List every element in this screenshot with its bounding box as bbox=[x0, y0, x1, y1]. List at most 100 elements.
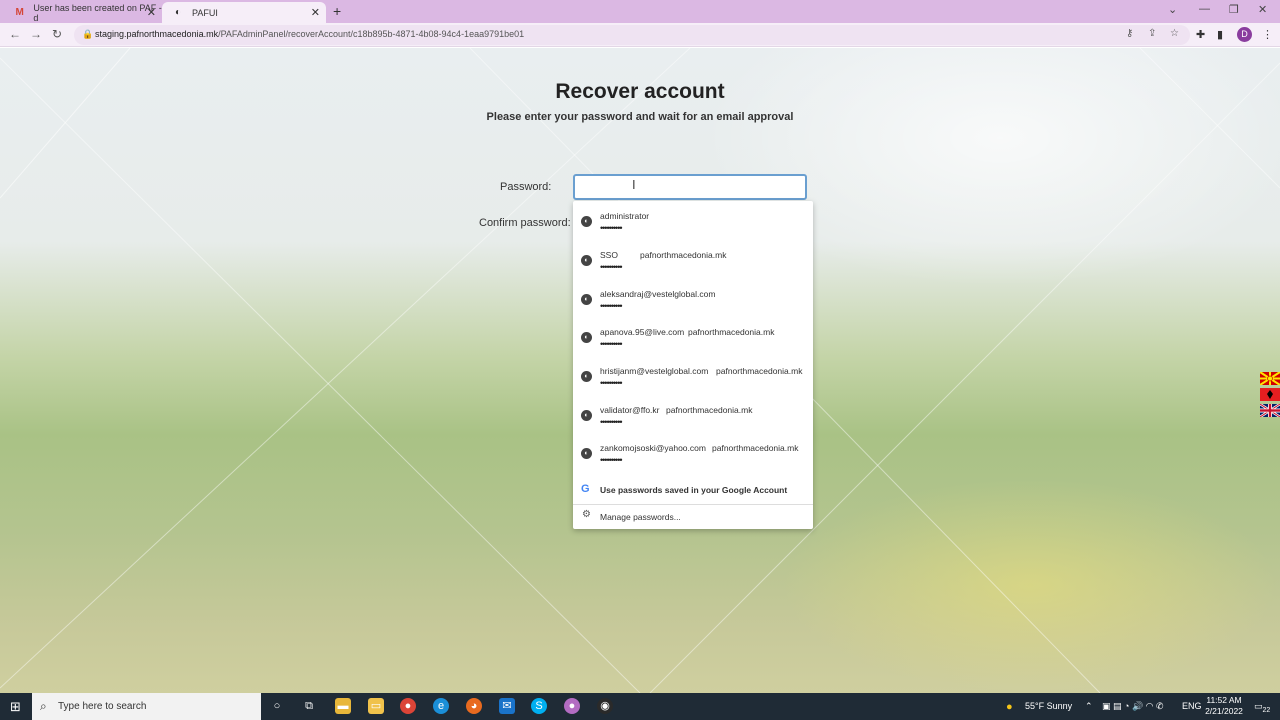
search-icon: ⌕ bbox=[40, 699, 47, 713]
share-icon[interactable]: ⇪ bbox=[1148, 28, 1156, 39]
entry-username: apanova.95@live.com bbox=[600, 327, 685, 337]
tray-icons[interactable]: ▣ ▤ ◔ 🔊 ◠ ✆ bbox=[1102, 701, 1164, 712]
google-account-passwords-option[interactable]: G Use passwords saved in your Google Acc… bbox=[573, 480, 813, 502]
uk-flag-icon[interactable] bbox=[1260, 404, 1280, 417]
page-title: Recover account bbox=[555, 80, 725, 103]
saved-password-entry[interactable]: ◐ aleksandraj@vestelglobal.com •••••••••… bbox=[573, 281, 813, 319]
minimize-button[interactable]: — bbox=[1199, 3, 1210, 15]
site-logo-icon: ◐ bbox=[581, 448, 592, 459]
weather-text[interactable]: 55°F Sunny bbox=[1025, 701, 1072, 711]
entry-username: hristijanm@vestelglobal.com bbox=[600, 366, 709, 376]
url-field[interactable]: 🔒 staging.pafnorthmacedonia.mk/PAFAdminP… bbox=[74, 25, 1190, 45]
extensions-icon[interactable]: ✚ bbox=[1196, 28, 1205, 41]
tab-bar: M User has been created on PAF - d ✕ ◐ P… bbox=[0, 0, 1280, 23]
albania-flag-icon[interactable] bbox=[1260, 388, 1280, 401]
folder-icon[interactable]: ▭ bbox=[368, 698, 384, 714]
password-input[interactable] bbox=[573, 174, 807, 200]
page-background: Recover account Please enter your passwo… bbox=[0, 48, 1280, 693]
site-logo-icon: ◐ bbox=[581, 255, 592, 266]
entry-username: SSO bbox=[600, 250, 618, 260]
lock-icon: 🔒 bbox=[82, 29, 94, 39]
taskbar: ⊞ ⌕ Type here to search ○ ⧉ ▬ ▭ ● e ◕ ✉ … bbox=[0, 693, 1280, 720]
entry-password-mask: •••••••••• bbox=[600, 339, 622, 349]
notification-icon[interactable]: ▭22 bbox=[1254, 701, 1270, 714]
key-icon[interactable]: ⚷ bbox=[1126, 28, 1133, 39]
windows-start-icon[interactable]: ⊞ bbox=[10, 699, 21, 715]
close-window-button[interactable]: ✕ bbox=[1258, 3, 1267, 16]
entry-username: administrator bbox=[600, 211, 650, 221]
entry-site: pafnorthmacedonia.mk bbox=[666, 405, 753, 415]
cortana-icon[interactable]: ○ bbox=[269, 698, 285, 714]
manage-passwords-option[interactable]: ⚙ Manage passwords... bbox=[573, 504, 813, 528]
side-panel-icon[interactable]: ▮ bbox=[1217, 28, 1223, 41]
forward-button[interactable]: → bbox=[30, 27, 42, 41]
tab-pafui[interactable]: ◐ PAFUI ✕ bbox=[162, 2, 326, 23]
tab-title: User has been created on PAF - d bbox=[33, 2, 162, 23]
new-tab-button[interactable]: + bbox=[333, 3, 341, 19]
entry-password-mask: •••••••••• bbox=[600, 301, 622, 311]
saved-password-entry[interactable]: ◐ apanova.95@live.com pafnorthmacedonia.… bbox=[573, 319, 813, 357]
site-logo-icon: ◐ bbox=[581, 410, 592, 421]
confirm-password-label: Confirm password: bbox=[479, 217, 571, 229]
address-bar: ← → ↻ 🔒 staging.pafnorthmacedonia.mk/PAF… bbox=[0, 23, 1280, 47]
page-subtitle: Please enter your password and wait for … bbox=[486, 111, 794, 123]
entry-password-mask: •••••••••• bbox=[600, 455, 622, 465]
clock-date: 2/21/2022 bbox=[1205, 706, 1243, 716]
gmail-icon: M bbox=[15, 7, 24, 18]
tab-search-icon[interactable]: ⌄ bbox=[1168, 3, 1177, 16]
manage-passwords-label: Manage passwords... bbox=[600, 512, 681, 522]
password-autofill-dropdown: ◐ administrator •••••••••• ◐ SSO pafnort… bbox=[573, 201, 813, 529]
entry-username: zankomojsoski@yahoo.com bbox=[600, 443, 706, 453]
menu-icon[interactable]: ⋮ bbox=[1262, 28, 1273, 41]
restore-button[interactable]: ❐ bbox=[1229, 3, 1239, 16]
macedonia-flag-icon[interactable] bbox=[1260, 372, 1280, 385]
obs-icon[interactable]: ◉ bbox=[597, 698, 613, 714]
entry-password-mask: •••••••••• bbox=[600, 417, 622, 427]
google-icon: G bbox=[581, 483, 590, 495]
entry-username: aleksandraj@vestelglobal.com bbox=[600, 289, 716, 299]
back-button[interactable]: ← bbox=[9, 27, 21, 41]
url-text: staging.pafnorthmacedonia.mk/PAFAdminPan… bbox=[95, 29, 525, 39]
chrome-profile-icon[interactable]: ● bbox=[564, 698, 580, 714]
google-option-label: Use passwords saved in your Google Accou… bbox=[600, 485, 788, 495]
taskbar-search[interactable]: ⌕ Type here to search bbox=[32, 693, 261, 720]
saved-password-entry[interactable]: ◐ validator@ffo.kr pafnorthmacedonia.mk … bbox=[573, 397, 813, 435]
close-tab-icon[interactable]: ✕ bbox=[147, 6, 156, 19]
clock[interactable]: 11:52 AM 2/21/2022 bbox=[1195, 695, 1253, 717]
bookmark-star-icon[interactable]: ☆ bbox=[1170, 28, 1179, 39]
entry-site: pafnorthmacedonia.mk bbox=[688, 327, 775, 337]
saved-password-entry[interactable]: ◐ zankomojsoski@yahoo.com pafnorthmacedo… bbox=[573, 435, 813, 473]
profile-avatar[interactable]: D bbox=[1237, 27, 1252, 42]
entry-site: pafnorthmacedonia.mk bbox=[716, 366, 803, 376]
edge-icon[interactable]: e bbox=[433, 698, 449, 714]
entry-password-mask: •••••••••• bbox=[600, 223, 622, 233]
search-placeholder: Type here to search bbox=[58, 701, 147, 712]
task-view-icon[interactable]: ⧉ bbox=[301, 698, 317, 714]
entry-username: validator@ffo.kr bbox=[600, 405, 660, 415]
site-logo-icon: ◐ bbox=[581, 294, 592, 305]
entry-password-mask: •••••••••• bbox=[600, 262, 622, 272]
mail-icon[interactable]: ✉ bbox=[499, 698, 515, 714]
tab-gmail[interactable]: M User has been created on PAF - d ✕ bbox=[4, 2, 162, 23]
gear-icon: ⚙ bbox=[582, 509, 591, 520]
clock-time: 11:52 AM bbox=[1206, 695, 1242, 705]
saved-password-entry[interactable]: ◐ administrator •••••••••• bbox=[573, 203, 813, 241]
tab-title: PAFUI bbox=[192, 7, 218, 18]
entry-site: pafnorthmacedonia.mk bbox=[640, 250, 727, 260]
password-label: Password: bbox=[500, 181, 552, 193]
site-logo-icon: ◐ bbox=[581, 332, 592, 343]
site-logo-icon: ◐ bbox=[581, 371, 592, 382]
saved-password-entry[interactable]: ◐ SSO pafnorthmacedonia.mk •••••••••• bbox=[573, 242, 813, 280]
close-tab-icon[interactable]: ✕ bbox=[311, 6, 320, 19]
chrome-icon[interactable]: ● bbox=[400, 698, 416, 714]
skype-icon[interactable]: S bbox=[531, 698, 547, 714]
reload-button[interactable]: ↻ bbox=[52, 27, 62, 41]
show-hidden-icons[interactable]: ⌃ bbox=[1085, 701, 1093, 712]
saved-password-entry[interactable]: ◐ hristijanm@vestelglobal.com pafnorthma… bbox=[573, 358, 813, 396]
weather-sun-icon: ● bbox=[1006, 701, 1013, 713]
file-explorer-icon[interactable]: ▬ bbox=[335, 698, 351, 714]
text-cursor-icon: I bbox=[632, 177, 636, 192]
site-logo-icon: ◐ bbox=[581, 216, 592, 227]
firefox-icon[interactable]: ◕ bbox=[466, 698, 482, 714]
paf-logo-icon: ◐ bbox=[174, 7, 182, 18]
